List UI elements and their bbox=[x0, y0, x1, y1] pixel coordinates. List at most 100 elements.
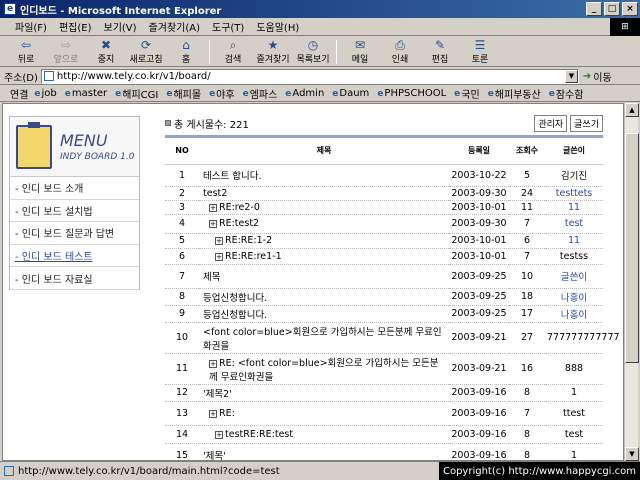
sidebar-item[interactable]: - 인디 보드 설치법 bbox=[10, 200, 139, 223]
sidebar-item[interactable]: - 인디 보드 테스트 bbox=[10, 245, 139, 268]
toolbar-separator bbox=[209, 39, 210, 64]
post-title-cell[interactable]: 등업신청합니다. bbox=[199, 305, 449, 323]
post-title-cell[interactable]: <font color=blue>회원으로 가입하시는 모든분께 무료인화권을 bbox=[199, 322, 449, 354]
link-item[interactable]: e 엠파스 bbox=[241, 86, 280, 102]
post-title[interactable]: RE:RE:1-2 bbox=[225, 235, 272, 246]
table-row[interactable]: 1 테스트 합니다. 2003-10-22 5 김기진 bbox=[165, 164, 603, 187]
table-row[interactable]: 12 '제목2' 2003-09-16 8 1 bbox=[165, 384, 603, 402]
table-row[interactable]: 5 + RE:RE:1-2 2003-10-01 6 11 bbox=[165, 233, 603, 249]
go-arrow-icon: ➔ bbox=[582, 70, 592, 82]
post-date: 2003-09-16 bbox=[449, 425, 509, 444]
table-row[interactable]: 15 '제목' 2003-09-16 8 1 bbox=[165, 443, 603, 460]
favorites-button[interactable]: ★ 즐겨찾기 bbox=[253, 38, 293, 65]
scroll-thumb[interactable] bbox=[625, 133, 639, 363]
post-title-cell[interactable]: + RE:re2-0 bbox=[199, 200, 449, 215]
go-button[interactable]: ➔ 이동 bbox=[583, 69, 612, 84]
table-row[interactable]: 10 <font color=blue>회원으로 가입하시는 모든분께 무료인화권… bbox=[165, 322, 620, 354]
post-number: 9 bbox=[165, 305, 199, 323]
link-item[interactable]: e job bbox=[32, 88, 58, 99]
post-title[interactable]: RE: <font color=blue>회원으로 가입하시는 모든분께 무료인… bbox=[209, 358, 438, 383]
link-item[interactable]: e 해피부동산 bbox=[486, 86, 543, 102]
link-item[interactable]: e master bbox=[63, 88, 109, 99]
post-title-cell[interactable]: + RE:test2 bbox=[199, 214, 449, 234]
post-title[interactable]: 등업신청합니다. bbox=[203, 310, 267, 321]
post-title[interactable]: 등업신청합니다. bbox=[203, 293, 267, 304]
post-title[interactable]: <font color=blue>회원으로 가입하시는 모든분께 무료인화권을 bbox=[203, 327, 442, 352]
link-item[interactable]: e 잠수함 bbox=[547, 86, 586, 102]
table-row[interactable]: 11 + RE: <font color=blue>회원으로 가입하시는 모든분께 … bbox=[165, 353, 603, 385]
write-button[interactable]: 글쓰기 bbox=[570, 114, 603, 132]
post-title-cell[interactable]: + RE:RE:re1-1 bbox=[199, 248, 449, 265]
table-row[interactable]: 6 + RE:RE:re1-1 2003-10-01 7 testss bbox=[165, 248, 603, 265]
post-title[interactable]: RE:test2 bbox=[219, 218, 259, 229]
table-row[interactable]: 7 제목 2003-09-25 10 글쓴이 bbox=[165, 264, 603, 289]
address-bar: 주소(D) http://www.tely.co.kr/v1/board/ ▼ … bbox=[0, 68, 640, 85]
mail-button[interactable]: ✉ 메일 bbox=[340, 38, 380, 65]
table-row[interactable]: 3 + RE:re2-0 2003-10-01 11 11 bbox=[165, 200, 603, 215]
post-title[interactable]: RE:re2-0 bbox=[219, 202, 260, 213]
search-button[interactable]: ⌕ 검색 bbox=[213, 38, 253, 66]
toolbar-label: 홈 bbox=[181, 55, 191, 65]
post-title-cell[interactable]: '제목2' bbox=[199, 384, 449, 402]
table-header: NO 제목 등록일 조회수 글쓴이 bbox=[165, 138, 603, 165]
post-title[interactable]: RE: bbox=[219, 408, 235, 419]
menu-edit[interactable]: 편집(E) bbox=[54, 19, 97, 34]
link-item[interactable]: e Admin bbox=[283, 88, 326, 99]
sidebar-item[interactable]: - 인디 보드 자료실 bbox=[10, 267, 139, 290]
edit-button[interactable]: ✎ 편집 bbox=[420, 38, 460, 65]
link-item[interactable]: e 국민 bbox=[452, 86, 482, 102]
menu-favorites[interactable]: 즐겨찾기(A) bbox=[144, 19, 205, 34]
link-item[interactable]: e 해피CGI bbox=[113, 86, 160, 102]
discuss-button[interactable]: ☰ 토론 bbox=[460, 38, 500, 65]
admin-button[interactable]: 관리자 bbox=[534, 114, 568, 132]
post-title[interactable]: 제목 bbox=[203, 272, 220, 283]
vertical-scrollbar[interactable]: ▲ ▼ bbox=[624, 103, 639, 461]
stop-button[interactable]: ✖ 중지 bbox=[86, 38, 126, 65]
table-row[interactable]: 2 test2 2003-09-30 24 testtets bbox=[165, 186, 603, 201]
post-title-cell[interactable]: 테스트 합니다. bbox=[199, 164, 449, 187]
refresh-button[interactable]: ⟳ 새로고침 bbox=[126, 38, 166, 65]
menu-view[interactable]: 보기(V) bbox=[99, 19, 142, 34]
home-button[interactable]: ⌂ 홈 bbox=[166, 38, 206, 65]
address-input[interactable]: http://www.tely.co.kr/v1/board/ ▼ bbox=[40, 68, 579, 84]
sidebar-item[interactable]: - 인디 보드 소개 bbox=[10, 177, 139, 200]
table-row[interactable]: 4 + RE:test2 2003-09-30 7 test bbox=[165, 214, 603, 234]
menu-tools[interactable]: 도구(T) bbox=[207, 19, 249, 34]
maximize-button[interactable]: □ bbox=[604, 2, 620, 16]
toolbar-label: 새로고침 bbox=[129, 55, 163, 65]
post-title[interactable]: test2 bbox=[203, 188, 227, 199]
menu-help[interactable]: 도움말(H) bbox=[251, 19, 304, 34]
back-arrow-button[interactable]: ⇦ 뒤로 bbox=[6, 38, 46, 65]
close-button[interactable]: × bbox=[622, 2, 638, 16]
minimize-button[interactable]: _ bbox=[586, 2, 602, 16]
table-row[interactable]: 13 + RE: 2003-09-16 7 ttest bbox=[165, 401, 603, 426]
address-dropdown-icon[interactable]: ▼ bbox=[564, 69, 578, 83]
post-title-cell[interactable]: '제목' bbox=[199, 443, 449, 460]
post-title-cell[interactable]: + RE:RE:1-2 bbox=[199, 233, 449, 249]
post-title[interactable]: testRE:RE:test bbox=[225, 429, 293, 440]
history-button[interactable]: ◷ 목록보기 bbox=[293, 38, 333, 65]
post-title-cell[interactable]: 등업신청합니다. bbox=[199, 288, 449, 306]
post-title-cell[interactable]: + RE: <font color=blue>회원으로 가입하시는 모든분께 무료… bbox=[199, 353, 449, 385]
table-row[interactable]: 9 등업신청합니다. 2003-09-25 17 나홍이 bbox=[165, 305, 603, 323]
link-item[interactable]: e 야후 bbox=[207, 86, 237, 102]
menu-file[interactable]: 파일(F) bbox=[10, 19, 52, 34]
table-row[interactable]: 8 등업신청합니다. 2003-09-25 18 나홍이 bbox=[165, 288, 603, 306]
post-title[interactable]: RE:RE:re1-1 bbox=[225, 251, 282, 262]
post-title-cell[interactable]: + testRE:RE:test bbox=[199, 425, 449, 444]
post-title-cell[interactable]: + RE: bbox=[199, 401, 449, 426]
link-item[interactable]: e Daum bbox=[330, 88, 371, 99]
scroll-up-icon[interactable]: ▲ bbox=[625, 103, 639, 117]
table-row[interactable]: 14 + testRE:RE:test 2003-09-16 8 test bbox=[165, 425, 603, 444]
post-title-cell[interactable]: test2 bbox=[199, 186, 449, 201]
post-title[interactable]: '제목2' bbox=[203, 389, 232, 400]
post-title-cell[interactable]: 제목 bbox=[199, 264, 449, 289]
link-item[interactable]: e PHPSCHOOL bbox=[375, 88, 448, 99]
scroll-down-icon[interactable]: ▼ bbox=[625, 447, 639, 461]
link-item[interactable]: e 해피몰 bbox=[164, 86, 203, 102]
post-title[interactable]: '제목' bbox=[203, 451, 226, 460]
post-title[interactable]: 테스트 합니다. bbox=[203, 171, 261, 182]
print-button[interactable]: ⎙ 인쇄 bbox=[380, 38, 420, 66]
forward-arrow-button[interactable]: ⇨ 앞으로 bbox=[46, 38, 86, 65]
sidebar-item[interactable]: - 인디 보드 질문과 답변 bbox=[10, 222, 139, 245]
